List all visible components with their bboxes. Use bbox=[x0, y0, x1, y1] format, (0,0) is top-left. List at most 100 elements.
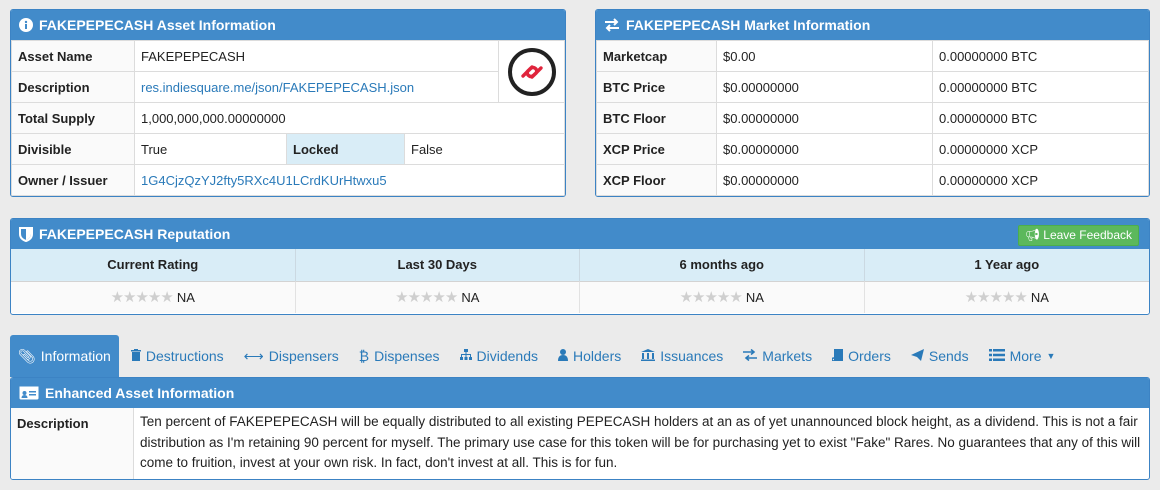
rating-cell: ★★★★★ NA bbox=[864, 281, 1149, 313]
tab-label: Sends bbox=[928, 348, 969, 364]
enhanced-description-label: Description bbox=[11, 408, 134, 479]
market-row-label: XCP Floor bbox=[596, 164, 717, 196]
bullhorn-icon: 📢︎ bbox=[1024, 228, 1040, 242]
market-row-usd: $0.00000000 bbox=[716, 133, 933, 165]
tab-issuances[interactable]: Issuances bbox=[633, 335, 731, 377]
star-rating-icon: ★★★★★ bbox=[964, 289, 1028, 306]
market-row-alt: 0.00000000 BTC bbox=[932, 71, 1149, 103]
tab-label: Dividends bbox=[476, 348, 538, 364]
market-row: BTC Floor $0.00000000 0.00000000 BTC bbox=[596, 102, 1149, 134]
market-row: XCP Price $0.00000000 0.00000000 XCP bbox=[596, 133, 1149, 165]
tab-label: Dispensers bbox=[268, 348, 339, 364]
locked-value: False bbox=[404, 133, 565, 165]
asset-logo-cell bbox=[498, 40, 565, 103]
list-icon bbox=[988, 335, 1005, 377]
rating-cell: ★★★★★ NA bbox=[295, 281, 580, 313]
rating-value: NA bbox=[745, 290, 764, 305]
bank-icon bbox=[641, 335, 656, 377]
enhanced-description-row: Description Ten percent of FAKEPEPECASH … bbox=[11, 408, 1149, 479]
paperclip-icon: 📎︎ bbox=[18, 348, 36, 364]
tab-destructions[interactable]: Destructions bbox=[123, 335, 232, 377]
tab-dispenses[interactable]: ₿ Dispenses bbox=[351, 335, 448, 377]
tab-orders[interactable]: Orders bbox=[824, 335, 899, 377]
asset-logo-icon bbox=[507, 47, 556, 96]
tab-more[interactable]: More ▼ bbox=[981, 335, 1064, 377]
tab-label: Holders bbox=[572, 348, 622, 364]
rating-value: NA bbox=[461, 290, 480, 305]
tab-label: Information bbox=[40, 348, 111, 364]
tab-label: Destructions bbox=[145, 348, 224, 364]
book-icon bbox=[831, 335, 844, 377]
rating-column-header: Current Rating bbox=[11, 249, 296, 281]
market-row-label: Marketcap bbox=[596, 40, 717, 72]
market-row-usd: $0.00000000 bbox=[716, 164, 933, 196]
market-row-alt: 0.00000000 XCP bbox=[932, 164, 1149, 196]
divisible-label: Divisible bbox=[11, 133, 135, 165]
market-row-usd: $0.00000000 bbox=[716, 102, 933, 134]
description-label: Description bbox=[11, 71, 135, 103]
rating-value: NA bbox=[1030, 290, 1049, 305]
enhanced-asset-information-header: Enhanced Asset Information bbox=[11, 378, 1149, 408]
locked-label: Locked bbox=[286, 133, 405, 165]
reputation-panel: FAKEPEPECASH Reputation 📢︎ Leave Feedbac… bbox=[10, 218, 1150, 315]
exchange-icon bbox=[743, 335, 758, 377]
market-row-label: BTC Floor bbox=[596, 102, 717, 134]
reputation-grid: Current Rating Last 30 Days 6 months ago… bbox=[11, 249, 1149, 313]
market-row-label: BTC Price bbox=[596, 71, 717, 103]
enhanced-description-text: Ten percent of FAKEPEPECASH will be equa… bbox=[140, 414, 1141, 470]
tab-information[interactable]: 📎︎ Information bbox=[10, 335, 119, 377]
owner-address-link[interactable]: 1G4CjzQzYJ2fty5RXc4U1LCrdKUrHtwxu5 bbox=[141, 173, 387, 188]
asset-information-title: FAKEPEPECASH Asset Information bbox=[39, 17, 276, 33]
divisible-value: True bbox=[134, 133, 287, 165]
tab-markets[interactable]: Markets bbox=[735, 335, 820, 377]
sitemap-icon bbox=[459, 335, 472, 377]
enhanced-asset-information-title: Enhanced Asset Information bbox=[45, 385, 235, 401]
star-rating-icon: ★★★★★ bbox=[110, 289, 174, 306]
caret-down-icon: ▼ bbox=[1046, 351, 1056, 361]
star-rating-icon: ★★★★★ bbox=[395, 289, 458, 306]
market-information-panel: FAKEPEPECASH Market Information Marketca… bbox=[595, 9, 1150, 197]
description-json-link[interactable]: res.indiesquare.me/json/FAKEPEPECASH.jso… bbox=[141, 80, 414, 95]
market-row: BTC Price $0.00000000 0.00000000 BTC bbox=[596, 71, 1149, 103]
id-card-icon bbox=[19, 386, 39, 400]
trash-icon bbox=[130, 335, 141, 377]
tab-label: Orders bbox=[848, 348, 891, 364]
market-row: Marketcap $0.00 0.00000000 BTC bbox=[596, 40, 1149, 72]
owner-issuer-label: Owner / Issuer bbox=[11, 164, 135, 196]
rating-cell: ★★★★★ NA bbox=[11, 281, 296, 313]
info-circle-icon bbox=[19, 18, 33, 32]
tab-dispensers[interactable]: ⟷ Dispensers bbox=[236, 335, 347, 377]
asset-information-panel: FAKEPEPECASH Asset Information Asset Nam… bbox=[10, 9, 566, 197]
tab-label: Dispenses bbox=[374, 348, 440, 364]
asset-name-label: Asset Name bbox=[11, 40, 135, 72]
rating-column-header: 6 months ago bbox=[580, 249, 865, 281]
tab-sends[interactable]: Sends bbox=[903, 335, 977, 377]
reputation-header: FAKEPEPECASH Reputation 📢︎ Leave Feedbac… bbox=[11, 219, 1149, 249]
market-information-header: FAKEPEPECASH Market Information bbox=[596, 10, 1149, 40]
market-row-alt: 0.00000000 BTC bbox=[932, 40, 1149, 72]
star-rating-icon: ★★★★★ bbox=[679, 289, 743, 306]
reputation-title: FAKEPEPECASH Reputation bbox=[39, 226, 231, 242]
leave-feedback-label: Leave Feedback bbox=[1043, 228, 1132, 242]
tab-label: Markets bbox=[762, 348, 813, 364]
leave-feedback-button[interactable]: 📢︎ Leave Feedback bbox=[1017, 225, 1139, 246]
paper-plane-icon bbox=[910, 335, 924, 377]
rating-cell: ★★★★★ NA bbox=[580, 281, 865, 313]
market-information-table: Marketcap $0.00 0.00000000 BTC BTC Price… bbox=[596, 40, 1149, 196]
tab-dividends[interactable]: Dividends bbox=[452, 335, 546, 377]
total-supply-label: Total Supply bbox=[11, 102, 135, 134]
enhanced-asset-information-panel: Enhanced Asset Information Description T… bbox=[10, 377, 1150, 480]
bitcoin-icon: ₿ bbox=[358, 348, 370, 364]
market-row-usd: $0.00000000 bbox=[716, 71, 933, 103]
market-row-usd: $0.00 bbox=[716, 40, 933, 72]
rating-column-header: Last 30 Days bbox=[295, 249, 580, 281]
market-row-label: XCP Price bbox=[596, 133, 717, 165]
rating-column-header: 1 Year ago bbox=[864, 249, 1149, 281]
shield-icon bbox=[19, 226, 33, 242]
exchange-icon bbox=[604, 18, 620, 32]
asset-information-table: Asset Name FAKEPEPECASH Description res.… bbox=[11, 40, 565, 196]
arrows-horizontal-icon: ⟷ bbox=[243, 348, 264, 364]
market-row-alt: 0.00000000 BTC bbox=[932, 102, 1149, 134]
tab-holders[interactable]: Holders bbox=[550, 335, 629, 377]
market-row: XCP Floor $0.00000000 0.00000000 XCP bbox=[596, 164, 1149, 196]
